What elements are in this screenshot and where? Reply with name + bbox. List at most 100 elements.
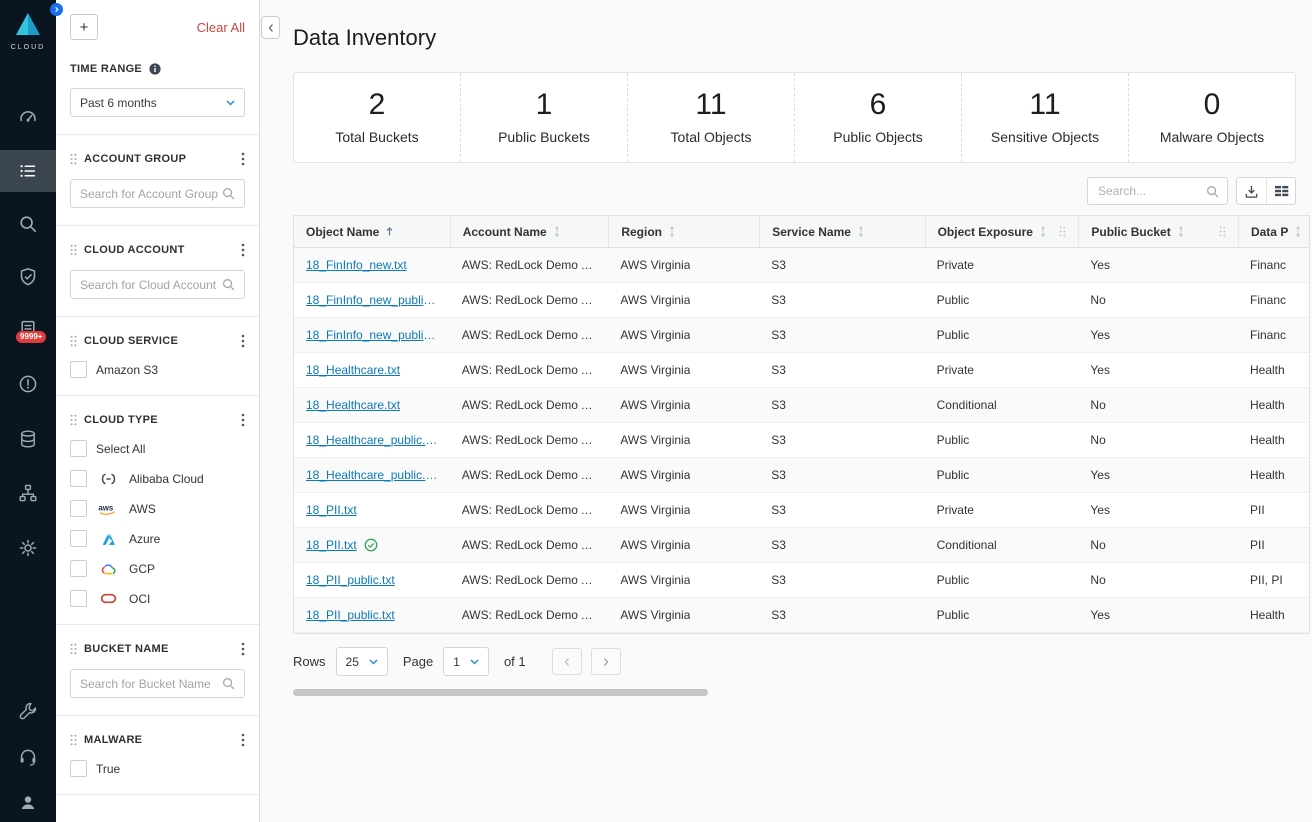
filter-option: Select All [70, 440, 245, 457]
checkbox[interactable] [70, 760, 87, 777]
table-cell: Health [1238, 458, 1310, 492]
table-row[interactable]: 18_FinInfo_new_public.txtAWS: RedLock De… [294, 283, 1310, 318]
table-row[interactable]: 18_Healthcare.txtAWS: RedLock Demo Acc..… [294, 353, 1310, 388]
clear-all-link[interactable]: Clear All [197, 20, 245, 35]
settings-icon[interactable] [0, 528, 56, 568]
table-cell: AWS: RedLock Demo Acc... [450, 248, 609, 282]
table-cell: No [1078, 528, 1238, 562]
tools-icon[interactable] [0, 691, 56, 731]
object-name-link[interactable]: 18_PII.txt [306, 538, 357, 552]
column-header-data-p[interactable]: Data P [1238, 216, 1310, 247]
column-header-service-name[interactable]: Service Name [759, 216, 924, 247]
table-row[interactable]: 18_Healthcare_public.txtAWS: RedLock Dem… [294, 458, 1310, 493]
column-header-public-bucket[interactable]: Public Bucket [1078, 216, 1238, 247]
columns-button[interactable] [1266, 178, 1295, 204]
next-page-button[interactable] [591, 648, 621, 675]
checkbox[interactable] [70, 470, 87, 487]
object-name-link[interactable]: 18_PII_public.txt [306, 608, 395, 622]
page-number-select[interactable]: 1 [443, 647, 489, 676]
drag-handle-icon[interactable] [70, 643, 77, 655]
object-name-link[interactable]: 18_Healthcare_public.txt [306, 468, 438, 482]
drag-handle-icon[interactable] [70, 244, 77, 256]
object-name-link[interactable]: 18_Healthcare.txt [306, 398, 400, 412]
reports-icon[interactable] [0, 309, 56, 349]
filter-search-input[interactable] [80, 677, 222, 691]
drag-handle-icon[interactable] [70, 335, 77, 347]
object-name-link[interactable]: 18_PII_public.txt [306, 573, 395, 587]
table-row[interactable]: 18_FinInfo_new_public.txtAWS: RedLock De… [294, 318, 1310, 353]
info-icon[interactable] [149, 63, 161, 75]
object-name-link[interactable]: 18_FinInfo_new_public.txt [306, 293, 438, 307]
support-icon[interactable] [0, 737, 56, 777]
option-label: True [96, 762, 120, 776]
drag-handle-icon[interactable] [70, 734, 77, 746]
column-header-account-name[interactable]: Account Name [450, 216, 609, 247]
filter-search-input[interactable] [80, 278, 222, 292]
kebab-menu-icon[interactable] [241, 413, 245, 427]
brand-logo[interactable]: CLOUD [0, 12, 56, 51]
checkbox[interactable] [70, 361, 87, 378]
table-row[interactable]: 18_PII.txtAWS: RedLock Demo Acc...AWS Vi… [294, 528, 1310, 563]
filter-search-input[interactable] [80, 187, 222, 201]
table-cell: No [1078, 423, 1238, 457]
assets-icon[interactable] [0, 419, 56, 459]
search-icon[interactable] [0, 204, 56, 244]
table-row[interactable]: 18_Healthcare_public.txt AWS: RedLock Dem… [294, 423, 1310, 458]
drag-handle-icon[interactable] [70, 153, 77, 165]
object-name-link[interactable]: 18_FinInfo_new.txt [306, 258, 407, 272]
chevron-down-icon [470, 659, 479, 665]
kebab-menu-icon[interactable] [241, 152, 245, 166]
network-icon[interactable] [0, 473, 56, 513]
search-input[interactable] [1096, 183, 1200, 199]
drag-handle-icon[interactable] [70, 414, 77, 426]
checkbox[interactable] [70, 440, 87, 457]
table-cell: 18_PII_public.txt [294, 563, 450, 597]
kebab-menu-icon[interactable] [241, 334, 245, 348]
object-name-link[interactable]: 18_FinInfo_new_public.txt [306, 328, 438, 342]
notification-dot[interactable] [50, 3, 63, 16]
object-name-link[interactable]: 18_PII.txt [306, 503, 357, 517]
column-header-region[interactable]: Region [608, 216, 759, 247]
download-button[interactable] [1237, 178, 1266, 204]
table-row[interactable]: 18_FinInfo_new.txt AWS: RedLock Demo Acc.… [294, 248, 1310, 283]
compliance-icon[interactable] [0, 257, 56, 297]
checkbox[interactable] [70, 500, 87, 517]
inventory-icon[interactable] [0, 150, 56, 192]
prev-page-button[interactable] [552, 648, 582, 675]
checkbox[interactable] [70, 560, 87, 577]
checkbox[interactable] [70, 530, 87, 547]
resize-handle-icon[interactable] [1219, 226, 1226, 237]
stat-value: 11 [1029, 88, 1060, 122]
table-cell: Financ [1238, 283, 1310, 317]
rows-per-page-select[interactable]: 25 [336, 647, 388, 676]
table-row[interactable]: 18_PII.txtAWS: RedLock Demo Acc...AWS Vi… [294, 493, 1310, 528]
profile-icon[interactable] [0, 782, 56, 822]
table-cell: Health [1238, 388, 1310, 422]
table-row[interactable]: 18_Healthcare.txtAWS: RedLock Demo Acc..… [294, 388, 1310, 423]
column-header-object-exposure[interactable]: Object Exposure [925, 216, 1079, 247]
filter-section-cloud-account: CLOUD ACCOUNT [56, 226, 259, 317]
object-name-link[interactable]: 18_Healthcare_public.txt [306, 433, 438, 447]
alerts-icon[interactable] [0, 364, 56, 404]
checkbox[interactable] [70, 590, 87, 607]
table-cell: 18_FinInfo_new.txt [294, 248, 450, 282]
table-cell: Health [1238, 423, 1310, 457]
table-cell: AWS: RedLock Demo Acc... [450, 423, 609, 457]
table-cell: S3 [759, 598, 924, 632]
kebab-menu-icon[interactable] [241, 642, 245, 656]
time-range-select[interactable]: Past 6 months [70, 88, 245, 117]
collapse-filters-button[interactable] [261, 16, 280, 39]
table-search[interactable] [1087, 177, 1228, 205]
table-cell: S3 [759, 528, 924, 562]
object-name-link[interactable]: 18_Healthcare.txt [306, 363, 400, 377]
table-row[interactable]: 18_PII_public.txtAWS: RedLock Demo Acc..… [294, 598, 1310, 633]
resize-handle-icon[interactable] [1059, 226, 1066, 237]
table-row[interactable]: 18_PII_public.txtAWS: RedLock Demo Acc..… [294, 563, 1310, 598]
kebab-menu-icon[interactable] [241, 243, 245, 257]
horizontal-scrollbar[interactable] [293, 689, 708, 696]
kebab-menu-icon[interactable] [241, 733, 245, 747]
add-filter-button[interactable]: + [70, 14, 98, 40]
dashboard-icon[interactable] [0, 97, 56, 137]
column-header-object-name[interactable]: Object Name [294, 216, 450, 247]
stat-label: Sensitive Objects [991, 129, 1099, 145]
